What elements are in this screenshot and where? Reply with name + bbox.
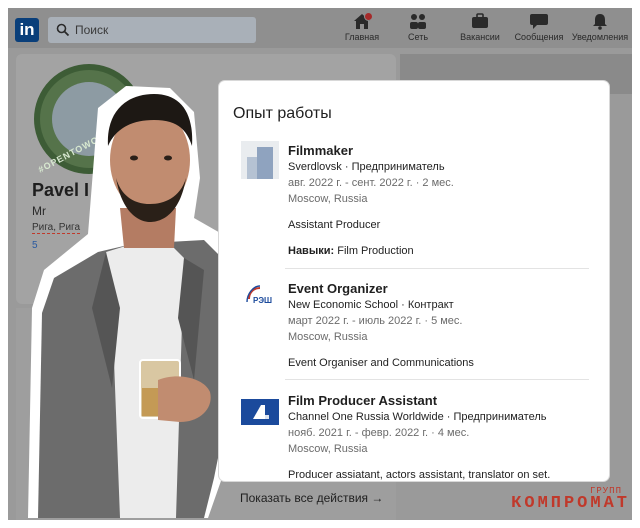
screenshot-frame: in Главная Сеть xyxy=(8,8,632,520)
job-dates: март 2022 г. - июль 2022 г. · 5 мес. xyxy=(288,315,463,327)
nes-logo-text: РЭШ xyxy=(253,296,272,305)
job-description: Assistant Producer xyxy=(288,219,381,231)
job-dates: авг. 2022 г. - сент. 2022 г. · 2 мес. xyxy=(288,177,454,189)
job-skills: Навыки: Film Production xyxy=(288,245,414,257)
job-company: Channel One Russia Worldwide · Предприни… xyxy=(288,411,547,423)
job-description: Producer assiatant, actors assistant, tr… xyxy=(288,469,551,481)
job-dates: нояб. 2021 г. - февр. 2022 г. · 4 мес. xyxy=(288,427,470,439)
job-description: Event Organiser and Communications xyxy=(288,357,474,369)
job-location: Moscow, Russia xyxy=(288,443,368,455)
job-company: New Economic School · Контракт xyxy=(288,299,454,311)
job-location: Moscow, Russia xyxy=(288,193,368,205)
show-all-activity-link[interactable]: Показать все действия → xyxy=(240,491,383,505)
kompromat-watermark: ГРУПП КОМПРОМАТ xyxy=(470,486,634,522)
placeholder-logo-icon xyxy=(241,141,279,179)
job-title[interactable]: Film Producer Assistant xyxy=(288,393,437,408)
job-title[interactable]: Event Organizer xyxy=(288,281,388,296)
channel-one-logo-icon xyxy=(241,399,279,425)
experience-panel: Опыт работы Filmmaker Sverdlovsk · Предп… xyxy=(219,81,609,481)
divider xyxy=(285,268,589,269)
skills-label: Навыки: xyxy=(288,245,335,257)
job-company: Sverdlovsk · Предприниматель xyxy=(288,161,445,173)
job-location: Moscow, Russia xyxy=(288,331,368,343)
nes-logo-icon: РЭШ xyxy=(241,279,279,317)
job-title[interactable]: Filmmaker xyxy=(288,143,353,158)
experience-title: Опыт работы xyxy=(233,105,332,122)
skills-value: Film Production xyxy=(337,245,414,257)
watermark-main-text: КОМПРОМАТ xyxy=(511,494,630,513)
divider xyxy=(285,379,589,380)
